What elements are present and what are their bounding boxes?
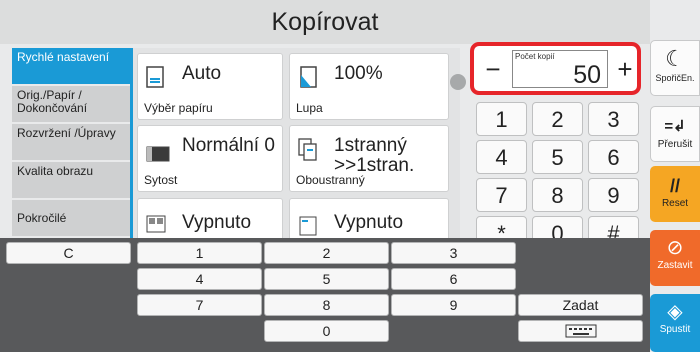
paper-caption: Výběr papíru bbox=[144, 101, 213, 115]
sidebar-item-original-paper[interactable]: Orig./Papír / Dokončování bbox=[12, 86, 130, 124]
copy-count-value: 50 bbox=[573, 61, 601, 89]
keypad-key[interactable]: 9 bbox=[588, 178, 639, 212]
start-label: Spustit bbox=[659, 324, 691, 335]
increment-button[interactable]: + bbox=[610, 50, 640, 88]
interrupt-button[interactable]: =↲ Přerušit bbox=[650, 106, 700, 162]
system-buttons: ☾ SpořičEn. =↲ Přerušit // Reset ⊘ Zasta… bbox=[650, 40, 700, 352]
zoom-caption: Lupa bbox=[296, 101, 323, 115]
overlay-key[interactable]: 5 bbox=[264, 268, 389, 290]
combine-value: Vypnuto bbox=[182, 212, 252, 233]
keypad-key[interactable]: 5 bbox=[532, 140, 583, 174]
scroll-indicator[interactable] bbox=[450, 74, 466, 90]
keypad-key[interactable]: 4 bbox=[476, 140, 527, 174]
keypad-key[interactable]: 8 bbox=[532, 178, 583, 212]
sidebar-item-quick-setup[interactable]: Rychlé nastavení bbox=[12, 48, 130, 86]
start-button[interactable]: ◈ Spustit bbox=[650, 294, 700, 352]
sidebar-item-image-quality[interactable]: Kvalita obrazu bbox=[12, 162, 130, 200]
quick-setup-panel: Auto Výběr papíru 100% Lupa Normální 0 S… bbox=[130, 48, 460, 243]
staple-icon bbox=[299, 216, 317, 236]
overlay-key[interactable]: 9 bbox=[391, 294, 516, 316]
overlay-key[interactable]: 3 bbox=[391, 242, 516, 264]
overlay-key[interactable]: 0 bbox=[264, 320, 389, 342]
page-title: Kopírovat bbox=[0, 0, 650, 44]
overlay-key[interactable]: 7 bbox=[137, 294, 262, 316]
density-value: Normální 0 bbox=[182, 135, 275, 156]
stop-button[interactable]: ⊘ Zastavit bbox=[650, 230, 700, 286]
overlay-key[interactable]: 2 bbox=[264, 242, 389, 264]
keypad-key[interactable]: 3 bbox=[588, 102, 639, 136]
reset-label: Reset bbox=[661, 198, 689, 209]
stop-icon: ⊘ bbox=[666, 237, 684, 259]
zoom-icon bbox=[300, 66, 317, 88]
paper-value: Auto bbox=[182, 63, 222, 84]
sidebar: Rychlé nastavení Orig./Papír / Dokončová… bbox=[12, 48, 130, 238]
duplex-caption: Oboustranný bbox=[296, 173, 365, 187]
reset-button[interactable]: // Reset bbox=[650, 166, 700, 222]
input-keyboard-overlay: C 1 2 3 4 5 6 7 8 9 0 Zadat bbox=[0, 238, 650, 352]
copy-count-control: − Počet kopií 50 + bbox=[470, 42, 641, 95]
paper-icon bbox=[146, 66, 164, 88]
keypad-key[interactable]: 2 bbox=[532, 102, 583, 136]
sleep-label: SpořičEn. bbox=[655, 73, 695, 83]
copy-count-field[interactable]: Počet kopií 50 bbox=[512, 50, 608, 89]
stop-label: Zastavit bbox=[657, 260, 693, 271]
sidebar-item-advanced[interactable]: Pokročilé bbox=[12, 200, 130, 238]
overlay-key[interactable]: 6 bbox=[391, 268, 516, 290]
start-icon: ◈ bbox=[667, 301, 683, 323]
enter-key[interactable]: Zadat bbox=[518, 294, 643, 316]
overlay-key[interactable]: 8 bbox=[264, 294, 389, 316]
density-card[interactable]: Normální 0 Sytost bbox=[137, 125, 283, 192]
decrement-button[interactable]: − bbox=[478, 50, 508, 88]
duplex-card[interactable]: 1stranný >>1stran. Oboustranný bbox=[289, 125, 449, 192]
combine-icon bbox=[146, 215, 166, 233]
keyboard-key[interactable] bbox=[518, 320, 643, 342]
density-caption: Sytost bbox=[144, 173, 178, 187]
moon-icon: ☾ bbox=[665, 46, 685, 71]
staple-card[interactable]: Vypnuto bbox=[289, 198, 449, 243]
keyboard-icon bbox=[565, 324, 596, 338]
sidebar-item-layout-edit[interactable]: Rozvržení /Úpravy bbox=[12, 124, 130, 162]
zoom-card[interactable]: 100% Lupa bbox=[289, 53, 449, 120]
staple-value: Vypnuto bbox=[334, 212, 404, 233]
keypad-key[interactable]: 7 bbox=[476, 178, 527, 212]
interrupt-icon: =↲ bbox=[664, 118, 686, 135]
combine-card[interactable]: Vypnuto bbox=[137, 198, 283, 243]
keypad-key[interactable]: 6 bbox=[588, 140, 639, 174]
keypad-key[interactable]: 1 bbox=[476, 102, 527, 136]
interrupt-label: Přerušit bbox=[657, 139, 693, 150]
overlay-key[interactable]: 1 bbox=[137, 242, 262, 264]
sleep-button[interactable]: ☾ SpořičEn. bbox=[650, 40, 700, 96]
duplex-value: 1stranný >>1stran. bbox=[334, 135, 415, 176]
duplex-icon bbox=[298, 138, 317, 161]
zoom-value: 100% bbox=[334, 63, 383, 84]
copy-count-label: Počet kopií bbox=[515, 52, 555, 61]
paper-selection-card[interactable]: Auto Výběr papíru bbox=[137, 53, 283, 120]
clear-key[interactable]: C bbox=[6, 242, 131, 264]
density-icon bbox=[146, 146, 170, 162]
reset-icon: // bbox=[669, 176, 680, 196]
overlay-key[interactable]: 4 bbox=[137, 268, 262, 290]
